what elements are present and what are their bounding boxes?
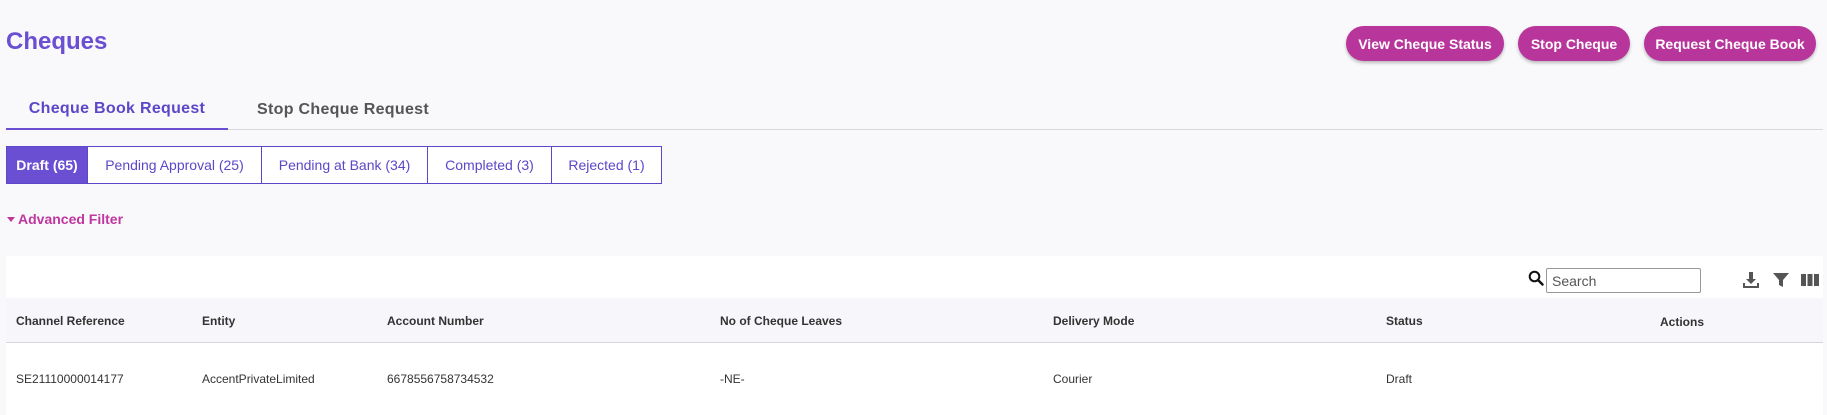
- status-tab-draft[interactable]: Draft (65): [6, 146, 88, 184]
- status-tab-pending-at-bank[interactable]: Pending at Bank (34): [261, 146, 428, 184]
- caret-down-icon: [7, 216, 15, 222]
- columns-icon[interactable]: [1800, 270, 1820, 290]
- table-toolbar: [6, 256, 1823, 298]
- column-header-actions: Actions: [1660, 314, 1705, 329]
- cell-cheque-leaves: -NE-: [720, 372, 745, 386]
- column-header-channel-reference[interactable]: Channel Reference: [16, 298, 125, 343]
- column-header-entity[interactable]: Entity: [202, 298, 235, 343]
- table-header: Channel Reference Entity Account Number …: [6, 298, 1823, 343]
- cell-account-number: 6678556758734532: [387, 372, 494, 386]
- column-header-status[interactable]: Status: [1386, 298, 1423, 343]
- cell-delivery-mode: Courier: [1053, 372, 1093, 386]
- filter-icon[interactable]: [1771, 270, 1791, 290]
- column-header-delivery-mode[interactable]: Delivery Mode: [1053, 298, 1134, 343]
- page-title: Cheques: [6, 28, 108, 55]
- column-header-account-number[interactable]: Account Number: [387, 298, 484, 343]
- cell-entity: AccentPrivateLimited: [202, 372, 315, 386]
- advanced-filter-label: Advanced Filter: [18, 211, 124, 227]
- main-tabs: Cheque Book Request Stop Cheque Request: [6, 90, 1823, 130]
- cell-channel-reference: SE21110000014177: [16, 372, 124, 386]
- download-icon[interactable]: [1741, 270, 1761, 290]
- column-header-cheque-leaves[interactable]: No of Cheque Leaves: [720, 298, 842, 343]
- tab-cheque-book-request[interactable]: Cheque Book Request: [6, 90, 228, 130]
- cell-status: Draft: [1386, 372, 1413, 386]
- tab-stop-cheque-request[interactable]: Stop Cheque Request: [228, 90, 458, 130]
- status-tab-completed[interactable]: Completed (3): [427, 146, 552, 184]
- search-icon: [1528, 270, 1544, 286]
- request-cheque-book-button[interactable]: Request Cheque Book: [1644, 26, 1816, 61]
- search-input[interactable]: [1546, 268, 1701, 293]
- advanced-filter-toggle[interactable]: Advanced Filter: [7, 211, 123, 227]
- status-tab-rejected[interactable]: Rejected (1): [551, 146, 662, 184]
- cheque-table-card: Channel Reference Entity Account Number …: [6, 256, 1823, 415]
- status-tabs: Draft (65) Pending Approval (25) Pending…: [6, 146, 662, 184]
- table-row[interactable]: SE21110000014177 AccentPrivateLimited 66…: [6, 343, 1823, 415]
- view-cheque-status-button[interactable]: View Cheque Status: [1346, 26, 1504, 61]
- stop-cheque-button[interactable]: Stop Cheque: [1518, 26, 1630, 61]
- status-tab-pending-approval[interactable]: Pending Approval (25): [87, 146, 262, 184]
